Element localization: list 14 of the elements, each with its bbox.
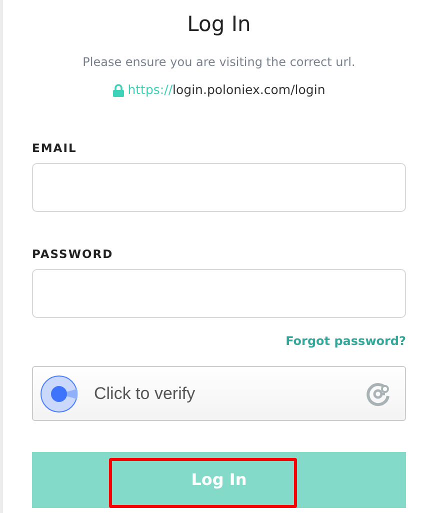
forgot-password-link[interactable]: Forgot password? bbox=[286, 334, 406, 348]
security-notice: Please ensure you are visiting the correct url. bbox=[82, 54, 356, 71]
url-text: https://login.poloniex.com/login bbox=[128, 81, 326, 99]
captcha-radar-icon bbox=[40, 374, 78, 413]
page-title: Log In bbox=[186, 11, 252, 38]
login-button[interactable]: Log In bbox=[32, 452, 406, 508]
captcha-label: Click to verify bbox=[94, 383, 196, 405]
field-label: EMAIL bbox=[32, 140, 77, 157]
input-field[interactable] bbox=[32, 269, 406, 318]
captcha-logo-icon bbox=[365, 380, 391, 407]
input-field[interactable] bbox=[32, 163, 406, 212]
captcha-widget[interactable]: Click to verify bbox=[32, 366, 406, 422]
field-label: PASSWORD bbox=[32, 246, 114, 263]
lock-icon bbox=[112, 84, 124, 97]
